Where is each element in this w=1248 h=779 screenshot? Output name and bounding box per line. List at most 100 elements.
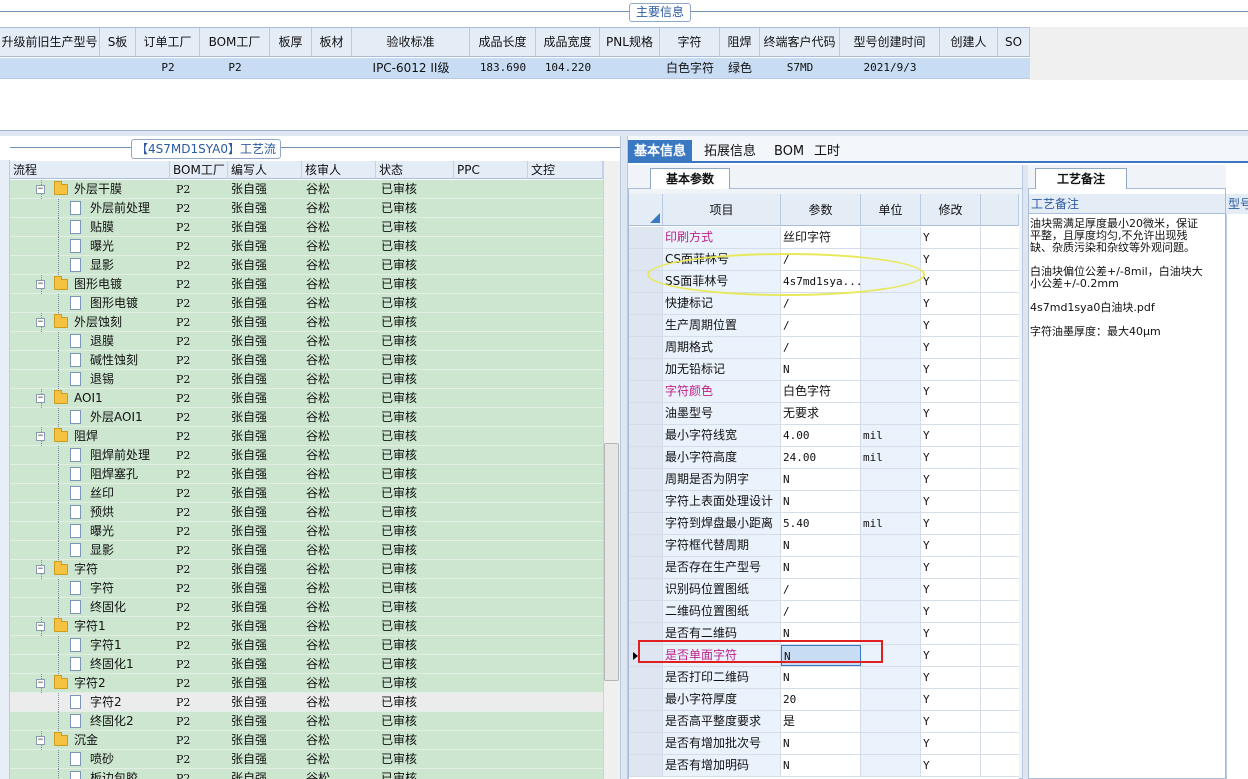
param-row[interactable]: 生产周期位置 / Y [629,315,1019,337]
tree-row[interactable]: 显影 P2 张自强 谷松 已审核 [10,541,603,560]
param-value-cell[interactable]: 20 [781,689,861,710]
tree-row[interactable]: − 阻焊 P2 张自强 谷松 已审核 [10,427,603,446]
param-modify-cell[interactable]: Y [921,667,981,688]
tree-row[interactable]: 退膜 P2 张自强 谷松 已审核 [10,332,603,351]
process-flow-scroll-thumb[interactable] [604,443,619,681]
param-row[interactable]: 最小字符厚度 20 Y [629,689,1019,711]
tree-row[interactable]: 显影 P2 张自强 谷松 已审核 [10,256,603,275]
tab-process-notes[interactable]: 工艺备注 [1035,168,1127,189]
top-cell[interactable]: 183.690 [470,58,536,78]
param-value-cell[interactable]: / [781,601,861,622]
param-value-cell[interactable]: N [781,359,861,380]
top-cell[interactable]: 白色字符 [660,58,720,78]
param-value-cell[interactable]: 无要求 [781,403,861,424]
tree-row[interactable]: 外层前处理 P2 张自强 谷松 已审核 [10,199,603,218]
top-cell[interactable]: 2021/9/3 [840,58,940,78]
tree-row[interactable]: − AOI1 P2 张自强 谷松 已审核 [10,389,603,408]
param-row[interactable]: 字符框代替周期 N Y [629,535,1019,557]
param-modify-cell[interactable]: Y [921,271,981,292]
param-value-cell[interactable]: N [781,667,861,688]
param-value-cell[interactable]: N [781,557,861,578]
collapse-toggle-icon[interactable]: − [36,185,45,194]
param-modify-cell[interactable]: Y [921,227,981,248]
param-modify-cell[interactable]: Y [921,469,981,490]
top-cell[interactable]: IPC-6012 II级 [352,58,470,78]
left-collapse-edge[interactable] [0,160,10,779]
process-flow-tree[interactable]: − 外层干膜 P2 张自强 谷松 已审核 外层前处理 P2 张自强 谷松 已审核 贴膜 P2 张自强 谷松已… [10,180,603,779]
top-cell[interactable] [600,58,660,78]
param-value-cell[interactable]: / [781,337,861,358]
param-row[interactable]: 油墨型号 无要求 Y [629,403,1019,425]
tree-row[interactable]: − 字符1 P2 张自强 谷松 已审核 [10,617,603,636]
tree-row[interactable]: 碱性蚀刻 P2 张自强 谷松 已审核 [10,351,603,370]
tree-row[interactable]: 字符 P2 张自强 谷松 已审核 [10,579,603,598]
collapse-toggle-icon[interactable]: − [36,280,45,289]
param-row[interactable]: 字符上表面处理设计 N Y [629,491,1019,513]
param-row[interactable]: 识别码位置图纸 / Y [629,579,1019,601]
param-modify-cell[interactable]: Y [921,447,981,468]
tree-row[interactable]: − 图形电镀 P2 张自强 谷松 已审核 [10,275,603,294]
param-row[interactable]: 字符到焊盘最小距离 5.40 mil Y [629,513,1019,535]
param-value-cell[interactable]: / [781,579,861,600]
param-modify-cell[interactable]: Y [921,535,981,556]
top-cell[interactable]: 绿色 [720,58,760,78]
param-modify-cell[interactable]: Y [921,293,981,314]
top-cell[interactable] [312,58,352,78]
tree-row[interactable]: 终固化 P2 张自强 谷松 已审核 [10,598,603,617]
collapse-toggle-icon[interactable]: − [36,622,45,631]
param-row[interactable]: 快捷标记 / Y [629,293,1019,315]
param-row[interactable]: 周期格式 / Y [629,337,1019,359]
top-cell[interactable]: P2 [136,58,200,78]
param-row[interactable]: 字符颜色 白色字符 Y [629,381,1019,403]
tree-row[interactable]: 终固化2 P2 张自强 谷松 已审核 [10,712,603,731]
tab-basic-params[interactable]: 基本参数 [650,168,730,189]
param-row[interactable]: 是否有增加明码 N Y [629,755,1019,777]
top-cell[interactable] [998,58,1030,78]
top-cell[interactable] [0,58,100,78]
param-modify-cell[interactable]: Y [921,403,981,424]
param-row[interactable]: 印刷方式 丝印字符 Y [629,227,1019,249]
param-value-cell[interactable]: 5.40 [781,513,861,534]
param-value-cell[interactable]: 是 [781,711,861,732]
top-cell[interactable] [940,58,998,78]
tree-row[interactable]: 阻焊塞孔 P2 张自强 谷松 已审核 [10,465,603,484]
param-modify-cell[interactable]: Y [921,337,981,358]
param-modify-cell[interactable]: Y [921,711,981,732]
param-value-cell[interactable]: 白色字符 [781,381,861,402]
tree-row[interactable]: − 外层干膜 P2 张自强 谷松 已审核 [10,180,603,199]
param-value-cell[interactable]: 丝印字符 [781,227,861,248]
param-value-cell[interactable]: N [781,733,861,754]
param-modify-cell[interactable]: Y [921,557,981,578]
process-notes-text[interactable]: 油块需满足厚度最小20微米，保证平整，且厚度均匀,不允许出现残缺、杂质污染和杂纹… [1030,218,1208,350]
param-modify-cell[interactable]: Y [921,315,981,336]
param-modify-cell[interactable]: Y [921,425,981,446]
tree-row[interactable]: 终固化1 P2 张自强 谷松 已审核 [10,655,603,674]
collapse-toggle-icon[interactable]: − [36,679,45,688]
param-value-cell[interactable]: N [781,491,861,512]
param-modify-cell[interactable]: Y [921,689,981,710]
tab-extended-info[interactable]: 拓展信息 [698,140,762,163]
param-modify-cell[interactable]: Y [921,381,981,402]
top-cell[interactable]: P2 [200,58,270,78]
tab-basic-info[interactable]: 基本信息 [628,140,693,163]
param-modify-cell[interactable]: Y [921,601,981,622]
param-modify-cell[interactable]: Y [921,491,981,512]
param-value-cell[interactable]: / [781,315,861,336]
tree-row[interactable]: 字符1 P2 张自强 谷松 已审核 [10,636,603,655]
param-row[interactable]: 加无铅标记 N Y [629,359,1019,381]
tree-row[interactable]: 丝印 P2 张自强 谷松 已审核 [10,484,603,503]
collapse-toggle-icon[interactable]: − [36,736,45,745]
tree-row[interactable]: 贴膜 P2 张自强 谷松 已审核 [10,218,603,237]
param-row[interactable]: 周期是否为阴字 N Y [629,469,1019,491]
tab-work-hours[interactable]: 工时 [808,140,846,163]
tree-row[interactable]: 字符2 P2 张自强 谷松 已审核 [10,693,603,712]
tree-row[interactable]: 图形电镀 P2 张自强 谷松 已审核 [10,294,603,313]
tree-row[interactable]: − 外层蚀刻 P2 张自强 谷松 已审核 [10,313,603,332]
param-modify-cell[interactable]: Y [921,755,981,776]
tree-row[interactable]: − 字符 P2 张自强 谷松 已审核 [10,560,603,579]
top-cell[interactable]: S7MD [760,58,840,78]
collapse-toggle-icon[interactable]: − [36,432,45,441]
param-row[interactable]: 是否有增加批次号 N Y [629,733,1019,755]
tree-row[interactable]: 曝光 P2 张自强 谷松 已审核 [10,237,603,256]
param-value-cell[interactable]: 24.00 [781,447,861,468]
